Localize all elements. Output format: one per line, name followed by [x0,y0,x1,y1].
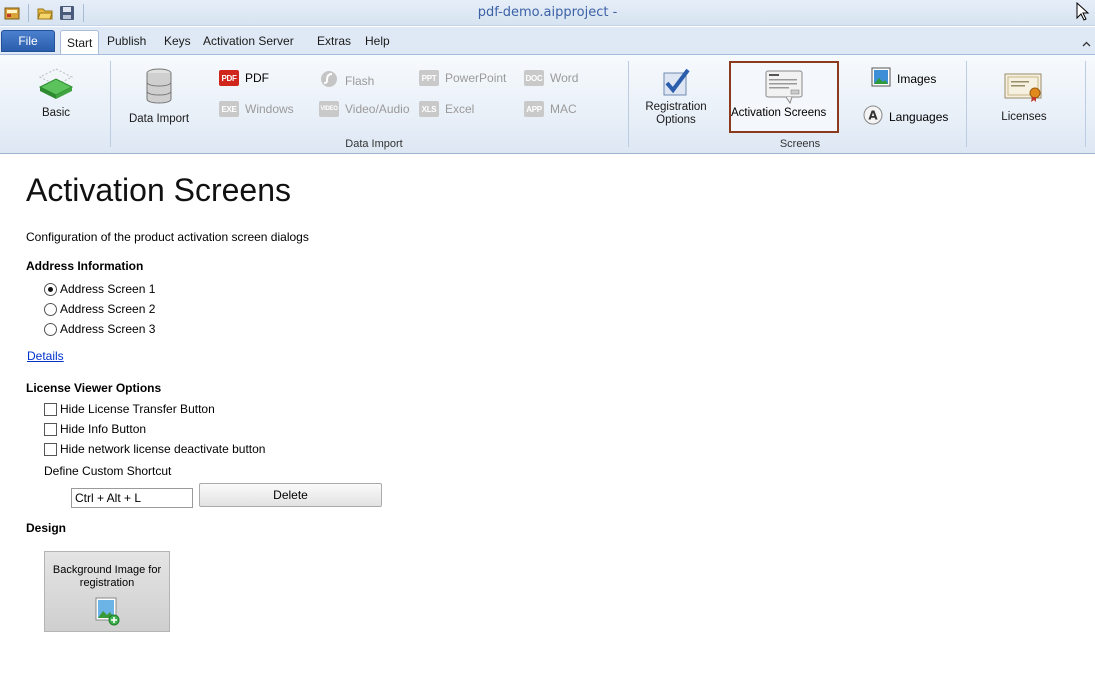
address-screen-1-label: Address Screen 1 [60,282,156,296]
group-label-screens: Screens [779,138,821,150]
checkbox[interactable] [44,442,57,456]
powerpoint-button[interactable]: PPT PowerPoint [419,70,506,86]
custom-shortcut-label: Define Custom Shortcut [44,464,172,478]
activation-screens-button[interactable]: Activation Screens [729,61,839,133]
tab-extras[interactable]: Extras [317,34,351,48]
tab-keys[interactable]: Keys [164,34,191,48]
ribbon-separator [1085,61,1086,147]
exe-icon: EXE [219,101,239,117]
video-audio-button[interactable]: VIDEO Video/Audio [319,101,410,117]
pdf-button[interactable]: PDF PDF [219,70,269,86]
ppt-icon: PPT [419,70,439,86]
word-label: Word [550,71,579,85]
address-screen-2-option[interactable]: Address Screen 2 [44,302,155,316]
tab-activation-server[interactable]: Activation Server [203,34,294,48]
hide-info-option[interactable]: Hide Info Button [44,422,146,436]
background-image-label-line2: registration [79,577,135,589]
custom-shortcut-input[interactable] [71,488,193,508]
pdf-label: PDF [245,71,269,85]
flash-label: Flash [345,73,375,88]
data-import-label: Data Import [128,113,190,125]
add-image-icon [95,597,120,626]
page-title: Activation Screens [26,172,292,208]
video-icon: VIDEO [319,101,339,117]
hide-info-label: Hide Info Button [60,422,147,436]
tab-help[interactable]: Help [365,34,390,48]
xls-icon: XLS [419,101,439,117]
checkbox[interactable] [44,402,57,416]
image-picture-icon [871,67,891,90]
address-screen-3-label: Address Screen 3 [60,322,156,336]
mouse-cursor-icon [1075,1,1093,22]
data-import-button[interactable]: Data Import [124,67,194,125]
tab-publish[interactable]: Publish [107,34,146,48]
mac-label: MAC [550,102,577,116]
background-image-button[interactable]: Background Image for registration [44,551,170,632]
main-content: Activation Screens Configuration of the … [0,158,1095,673]
excel-label: Excel [445,102,475,116]
background-image-label-line1: Background Image for [52,564,162,576]
window-title: pdf-demo.aipproject - [477,5,618,20]
ribbon-separator [110,61,111,147]
basic-button[interactable]: Basic [30,65,82,119]
licenses-label: Licenses [1001,111,1047,123]
windows-button[interactable]: EXE Windows [219,101,294,117]
activation-screens-label: Activation Screens [731,107,827,119]
checkbox[interactable] [44,422,57,436]
file-menu-button[interactable]: File [1,30,55,52]
powerpoint-label: PowerPoint [445,71,507,85]
excel-button[interactable]: XLS Excel [419,101,474,117]
flash-button[interactable]: Flash [319,70,374,91]
windows-label: Windows [245,102,294,116]
database-icon [146,68,172,104]
ribbon-separator [628,61,629,147]
svg-text:A: A [868,109,878,123]
languages-label: Languages [889,109,949,124]
address-screen-2-label: Address Screen 2 [60,302,156,316]
tab-start[interactable]: Start [60,30,100,55]
address-screen-1-option[interactable]: Address Screen 1 [44,282,155,296]
registration-options-label-line1: Registration [645,101,707,113]
app-icon: APP [524,101,544,117]
registration-options-label-line2: Options [656,114,696,126]
radio-selected[interactable] [44,282,57,296]
language-letter-icon: A [863,105,883,128]
address-information-heading: Address Information [26,259,144,273]
hide-network-deactivate-label: Hide network license deactivate button [60,442,266,456]
languages-button[interactable]: A Languages [863,105,948,128]
page-description: Configuration of the product activation … [26,230,309,244]
licenses-button[interactable]: Licenses [994,71,1054,123]
details-link[interactable]: Details [27,349,64,363]
collapse-ribbon-icon[interactable] [1082,36,1091,47]
radio-unselected[interactable] [44,302,57,316]
basic-cube-icon [38,68,74,99]
images-button[interactable]: Images [871,67,936,90]
title-bar: pdf-demo.aipproject - [0,0,1095,26]
dialog-window-icon [765,70,803,105]
address-screen-3-option[interactable]: Address Screen 3 [44,322,155,336]
registration-options-button[interactable]: Registration Options [640,67,712,127]
certificate-icon [1004,73,1042,102]
hide-license-transfer-label: Hide License Transfer Button [60,402,215,416]
hide-network-deactivate-option[interactable]: Hide network license deactivate button [44,442,265,456]
design-heading: Design [26,521,67,535]
hide-license-transfer-option[interactable]: Hide License Transfer Button [44,402,215,416]
video-audio-label: Video/Audio [345,102,410,116]
mac-button[interactable]: APP MAC [524,101,577,117]
ribbon-separator [966,61,967,147]
pdf-icon: PDF [219,70,239,86]
checkmark-box-icon [663,68,690,96]
images-label: Images [897,71,937,86]
ribbon: Basic Data Import PDF PDF EXE Windows Fl… [0,54,1095,154]
license-viewer-options-heading: License Viewer Options [26,381,162,395]
word-button[interactable]: DOC Word [524,70,578,86]
radio-unselected[interactable] [44,322,57,336]
group-label-data-import: Data Import [345,138,403,150]
delete-shortcut-button[interactable]: Delete [199,483,382,507]
doc-icon: DOC [524,70,544,86]
ribbon-tab-row: File Start Publish Keys Activation Serve… [0,27,1095,55]
basic-label: Basic [41,107,71,119]
flash-icon [319,70,339,91]
